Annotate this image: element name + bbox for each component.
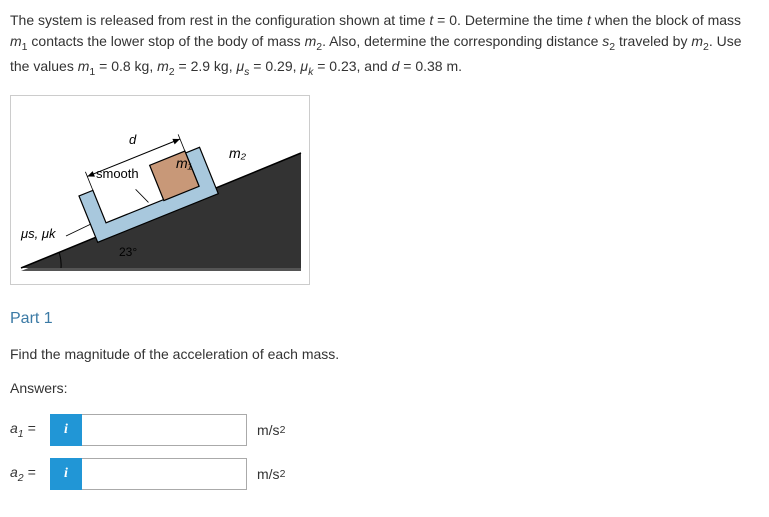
info-icon[interactable]: i <box>50 414 82 446</box>
answers-label: Answers: <box>10 380 759 396</box>
svg-text:23°: 23° <box>119 245 137 259</box>
a2-label: a2 = <box>10 464 50 484</box>
svg-text:m₁: m₁ <box>176 155 193 171</box>
info-icon[interactable]: i <box>50 458 82 490</box>
physics-diagram: d smooth m₁ m₂ μs, μk 23° <box>10 95 310 285</box>
answer-row-a1: a1 = i m/s2 <box>10 414 759 446</box>
a2-input[interactable] <box>82 458 247 490</box>
part-header: Part 1 <box>10 310 759 328</box>
a1-input[interactable] <box>82 414 247 446</box>
part-instruction: Find the magnitude of the acceleration o… <box>10 346 759 362</box>
svg-text:m₂: m₂ <box>229 145 247 161</box>
svg-text:μs, μk: μs, μk <box>20 226 57 241</box>
answer-row-a2: a2 = i m/s2 <box>10 458 759 490</box>
a1-unit: m/s2 <box>257 422 285 438</box>
a1-label: a1 = <box>10 420 50 440</box>
svg-text:smooth: smooth <box>96 166 139 181</box>
svg-text:d: d <box>129 132 137 147</box>
problem-statement: The system is released from rest in the … <box>10 10 759 80</box>
a2-unit: m/s2 <box>257 466 285 482</box>
